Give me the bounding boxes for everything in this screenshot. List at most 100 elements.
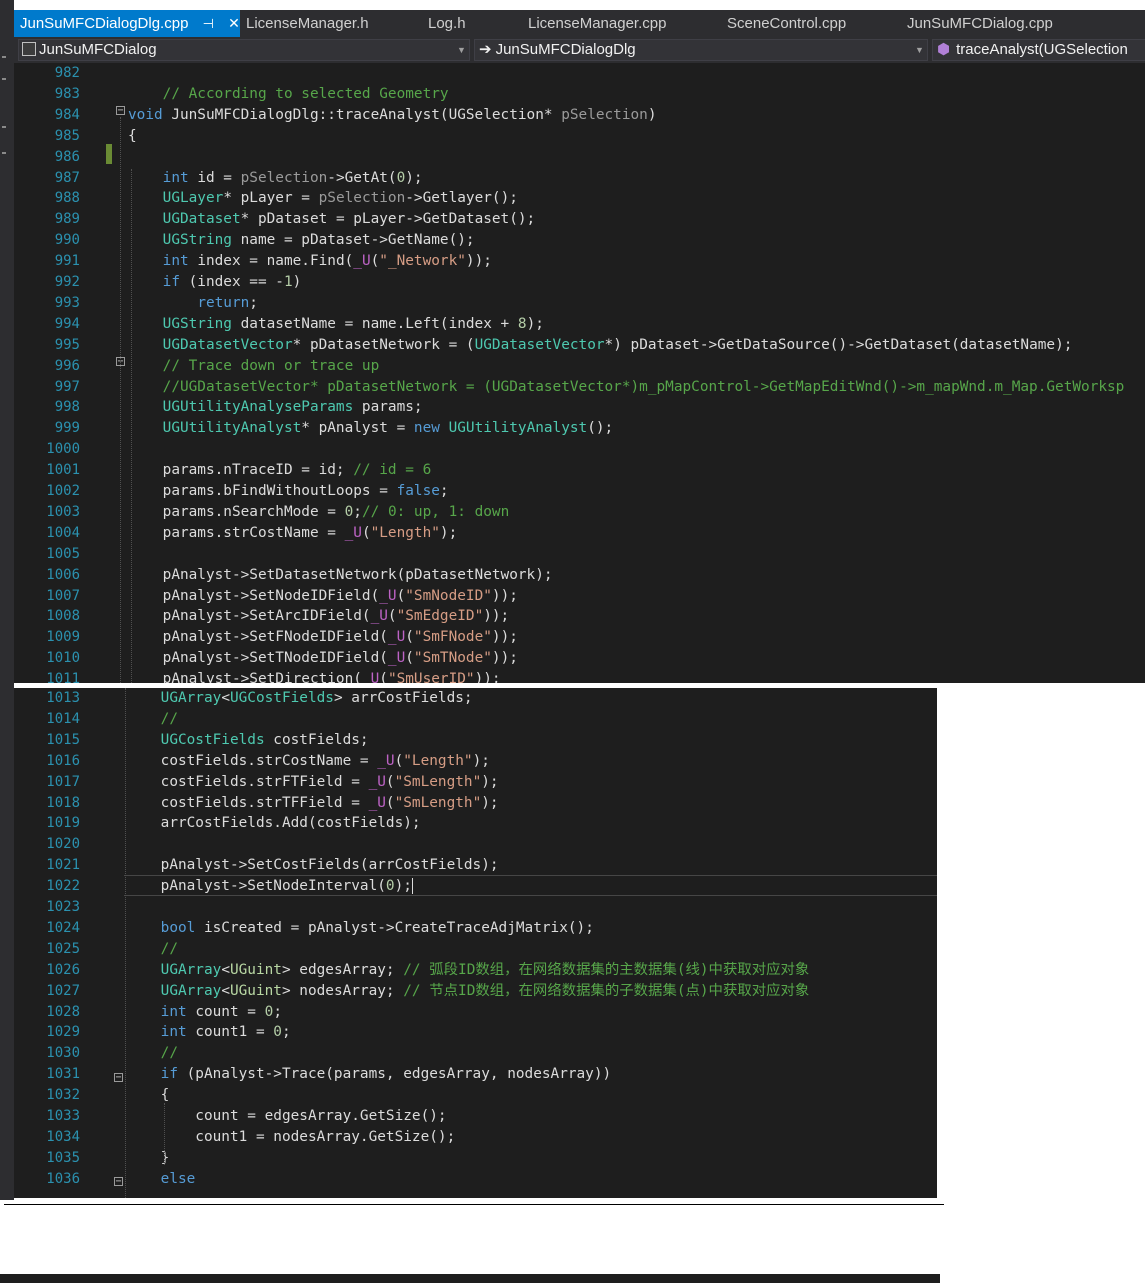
code-text: pAnalyst->SetCostFields(arrCostFields); [126, 857, 499, 874]
code-text: int id = pSelection->GetAt(0); [162, 169, 423, 186]
code-line[interactable]: 1027 UGArray<UGuint> nodesArray; // 节点ID… [14, 981, 937, 1002]
code-line[interactable]: 983 // According to selected Geometry [14, 84, 1145, 105]
code-line[interactable]: 1029 int count1 = 0; [14, 1022, 937, 1043]
code-line[interactable]: 1024 bool isCreated = pAnalyst->CreateTr… [14, 918, 937, 939]
code-line[interactable]: 998 UGUtilityAnalyseParams params; [14, 397, 1145, 418]
code-line[interactable]: 1006 pAnalyst->SetDatasetNetwork(pDatase… [14, 565, 1145, 586]
code-line[interactable]: 1020 [14, 834, 937, 855]
code-line[interactable]: 1017 costFields.strFTField = _U("SmLengt… [14, 772, 937, 793]
tab-junsumfcdialog-cpp[interactable]: JunSuMFCDialog.cpp [907, 10, 1053, 37]
code-text: UGString name = pDataset->GetName(); [162, 232, 475, 249]
code-line[interactable]: 994 UGString datasetName = name.Left(ind… [14, 314, 1145, 335]
code-line[interactable]: 984 void JunSuMFCDialogDlg::traceAnalyst(… [14, 105, 1145, 126]
line-number: 995 [54, 336, 80, 353]
code-line[interactable]: 985 { [14, 126, 1145, 147]
code-line[interactable]: 991 int index = name.Find(_U("_Network")… [14, 251, 1145, 272]
class-label: JunSuMFCDialogDlg [495, 41, 636, 58]
code-text: UGArray<UGCostFields> arrCostFields; [160, 690, 473, 706]
code-line[interactable]: 1035 } [14, 1148, 937, 1169]
code-line[interactable]: 1008 pAnalyst->SetArcIDField(_U("SmEdgeI… [14, 606, 1145, 627]
code-line[interactable]: 1005 [14, 544, 1145, 565]
text-caret [412, 878, 413, 894]
code-line[interactable]: 1034 count1 = nodesArray.GetSize(); [14, 1127, 937, 1148]
code-line[interactable]: 989 UGDataset* pDataset = pLayer->GetDat… [14, 209, 1145, 230]
code-editor-lower[interactable]: 1013 UGArray<UGCostFields> arrCostFields… [14, 688, 937, 1198]
code-line[interactable]: 1021 pAnalyst->SetCostFields(arrCostFiel… [14, 855, 937, 876]
code-text: UGLayer* pLayer = pSelection->Getlayer()… [162, 190, 518, 207]
document-tab-bar: JunSuMFCDialogDlg.cpp ⊣ ✕ LicenseManager… [14, 10, 1145, 37]
code-line[interactable]: 1033 count = edgesArray.GetSize(); [14, 1106, 937, 1127]
code-line[interactable]: 1011 pAnalyst->SetDirection(_U("SmUserID… [14, 669, 1145, 683]
line-number: 1009 [46, 629, 80, 646]
code-line[interactable]: 997 //UGDatasetVector* pDatasetNetwork =… [14, 377, 1145, 398]
project-icon [22, 42, 36, 56]
code-line[interactable]: 1019 arrCostFields.Add(costFields); [14, 813, 937, 834]
tab-label: LicenseManager.cpp [528, 15, 667, 32]
code-line[interactable]: 1013 UGArray<UGCostFields> arrCostFields… [14, 688, 937, 709]
pin-icon[interactable]: ⊣ [203, 16, 214, 31]
code-line[interactable]: 1014 // [14, 709, 937, 730]
code-line[interactable]: 1015 UGCostFields costFields; [14, 730, 937, 751]
code-line[interactable]: 1004 params.strCostName = _U("Length"); [14, 523, 1145, 544]
code-line[interactable]: 1032 { [14, 1085, 937, 1106]
code-line[interactable]: 1023 [14, 897, 937, 918]
class-dropdown[interactable]: ➔ JunSuMFCDialogDlg ▼ [474, 39, 928, 61]
line-number: 1001 [46, 462, 80, 479]
tab-licensemanager-h[interactable]: LicenseManager.h [246, 10, 369, 37]
code-line[interactable]: 987 int id = pSelection->GetAt(0); [14, 168, 1145, 189]
line-number: 1022 [46, 878, 80, 895]
code-line[interactable]: 995 UGDatasetVector* pDatasetNetwork = (… [14, 335, 1145, 356]
tab-log-h[interactable]: Log.h [428, 10, 466, 37]
code-line[interactable]: 1025 // [14, 939, 937, 960]
change-marker [106, 144, 112, 164]
code-line[interactable]: 1031 if (pAnalyst->Trace(params, edgesAr… [14, 1064, 937, 1085]
code-line[interactable]: 982 [14, 63, 1145, 84]
code-line[interactable]: 1016 costFields.strCostName = _U("Length… [14, 751, 937, 772]
project-dropdown[interactable]: JunSuMFCDialog ▼ [18, 39, 470, 61]
code-line[interactable]: 1010 pAnalyst->SetTNodeIDField(_U("SmTNo… [14, 648, 1145, 669]
code-text: UGDatasetVector* pDatasetNetwork = (UGDa… [162, 336, 1073, 353]
code-line[interactable]: 993 return; [14, 293, 1145, 314]
code-line[interactable]: 1018 costFields.strTFField = _U("SmLengt… [14, 793, 937, 814]
code-line[interactable]: 1001 params.nTraceID = id; // id = 6 [14, 460, 1145, 481]
tab-licensemanager-cpp[interactable]: LicenseManager.cpp [528, 10, 666, 37]
code-text: //UGDatasetVector* pDatasetNetwork = (UG… [162, 378, 1125, 395]
code-text: void JunSuMFCDialogDlg::traceAnalyst(UGS… [128, 106, 657, 123]
code-line[interactable]: 986 [14, 147, 1145, 168]
collapse-icon[interactable]: − [114, 1177, 123, 1187]
code-line[interactable]: 990 UGString name = pDataset->GetName(); [14, 230, 1145, 251]
code-line[interactable]: 999 UGUtilityAnalyst* pAnalyst = new UGU… [14, 418, 1145, 439]
code-line[interactable]: 1000 [14, 439, 1145, 460]
code-line[interactable]: 992 if (index == -1) [14, 272, 1145, 293]
tab-scenecontrol-cpp[interactable]: SceneControl.cpp [727, 10, 846, 37]
code-text: arrCostFields.Add(costFields); [126, 815, 421, 832]
code-line[interactable]: 1003 params.nSearchMode = 0;// 0: up, 1:… [14, 502, 1145, 523]
code-text: // [160, 1045, 178, 1062]
tab-junsumfcdialogdlg-cpp[interactable]: JunSuMFCDialogDlg.cpp ⊣ ✕ [14, 10, 240, 37]
code-line[interactable]: 1009 pAnalyst->SetFNodeIDField(_U("SmFNo… [14, 627, 1145, 648]
code-line[interactable]: 1002 params.bFindWithoutLoops = false; [14, 481, 1145, 502]
line-number: 1005 [46, 545, 80, 562]
code-text: // [160, 940, 178, 957]
close-icon[interactable]: ✕ [228, 15, 240, 31]
member-dropdown[interactable]: ⬢ traceAnalyst(UGSelection [932, 39, 1145, 61]
current-line-highlight [124, 875, 937, 896]
code-line[interactable]: 1007 pAnalyst->SetNodeIDField(_U("SmNode… [14, 586, 1145, 607]
code-text: UGArray<UGuint> nodesArray; // 节点ID数组，在网… [160, 982, 810, 999]
code-line[interactable]: 1026 UGArray<UGuint> edgesArray; // 弧段ID… [14, 960, 937, 981]
collapse-icon[interactable]: − [114, 1073, 123, 1083]
collapse-icon[interactable]: − [116, 106, 125, 116]
code-text: return; [197, 294, 258, 311]
code-line[interactable]: 1028 int count = 0; [14, 1002, 937, 1023]
code-text: UGDataset* pDataset = pLayer->GetDataset… [162, 211, 536, 228]
code-editor-upper[interactable]: 982 983 // According to selected Geometry… [14, 63, 1145, 683]
code-line[interactable]: 988 UGLayer* pLayer = pSelection->Getlay… [14, 188, 1145, 209]
code-text: pAnalyst->SetArcIDField(_U("SmEdgeID")); [128, 608, 510, 625]
line-number: 982 [54, 65, 80, 81]
separator-line [4, 1204, 944, 1205]
project-label: JunSuMFCDialog [39, 41, 157, 58]
code-line[interactable]: 1030 // [14, 1043, 937, 1064]
code-line[interactable]: 996 // Trace down or trace up [14, 356, 1145, 377]
code-text: UGArray<UGuint> edgesArray; // 弧段ID数组，在网… [160, 961, 810, 978]
code-line[interactable]: 1036 else [14, 1169, 937, 1190]
